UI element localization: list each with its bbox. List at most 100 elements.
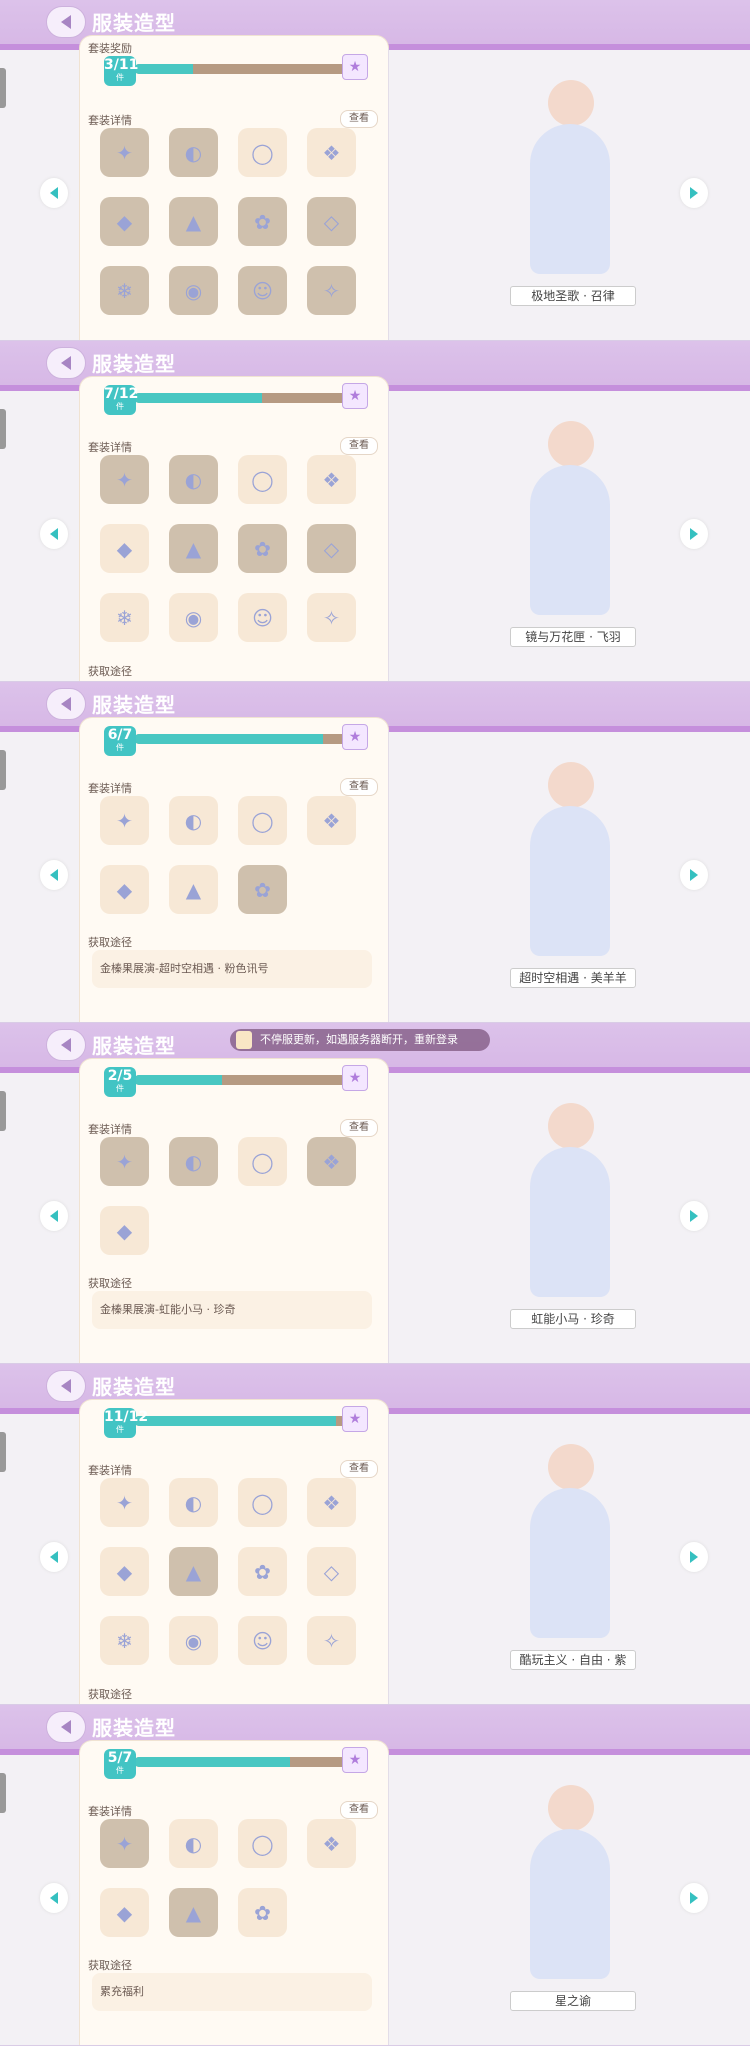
acquire-box[interactable]: 金榛果展演-虹能小马 · 珍奇 bbox=[92, 1291, 372, 1329]
next-button[interactable] bbox=[680, 519, 708, 549]
outfit-item[interactable]: ◐ bbox=[169, 1478, 218, 1527]
back-button[interactable] bbox=[46, 6, 86, 38]
outfit-item[interactable]: ▲ bbox=[169, 197, 218, 246]
outfit-item[interactable]: ▲ bbox=[169, 865, 218, 914]
outfit-item[interactable]: ✿ bbox=[238, 524, 287, 573]
acquire-box[interactable]: 金榛果展演-超时空相遇 · 粉色讯号 bbox=[92, 950, 372, 988]
outfit-item[interactable]: ✧ bbox=[307, 266, 356, 315]
outfit-item[interactable]: ❖ bbox=[307, 455, 356, 504]
outfit-item[interactable]: ◐ bbox=[169, 796, 218, 845]
prev-button[interactable] bbox=[40, 1201, 68, 1231]
outfit-item[interactable]: ◐ bbox=[169, 1137, 218, 1186]
outfit-item[interactable]: ◇ bbox=[307, 197, 356, 246]
next-button[interactable] bbox=[680, 1883, 708, 1913]
outfit-item[interactable]: ❄ bbox=[100, 593, 149, 642]
outfit-item[interactable]: ❄ bbox=[100, 266, 149, 315]
outfit-item[interactable]: ✿ bbox=[238, 197, 287, 246]
milestone-star-icon[interactable]: ★ bbox=[342, 54, 368, 80]
outfit-item[interactable]: ▲ bbox=[169, 1888, 218, 1937]
prev-button[interactable] bbox=[40, 860, 68, 890]
milestone-star-icon[interactable]: ★ bbox=[342, 1747, 368, 1773]
outfit-item[interactable]: ◯ bbox=[238, 1478, 287, 1527]
outfit-item[interactable]: ◆ bbox=[100, 1206, 149, 1255]
outfit-item[interactable]: ◆ bbox=[100, 865, 149, 914]
outfit-item[interactable]: ◉ bbox=[169, 593, 218, 642]
outfit-item[interactable]: ❄ bbox=[100, 1616, 149, 1665]
outfit-item[interactable]: ◯ bbox=[238, 1819, 287, 1868]
milestone-star-icon[interactable]: ★ bbox=[342, 1065, 368, 1091]
outfit-item[interactable]: ◐ bbox=[169, 1819, 218, 1868]
next-button[interactable] bbox=[680, 178, 708, 208]
outfit-item[interactable]: ✦ bbox=[100, 1819, 149, 1868]
item-icon: ▲ bbox=[185, 209, 202, 234]
side-tab[interactable] bbox=[0, 1773, 6, 1813]
outfit-item[interactable]: ❖ bbox=[307, 1478, 356, 1527]
next-button[interactable] bbox=[680, 860, 708, 890]
prev-button[interactable] bbox=[40, 1883, 68, 1913]
outfit-item[interactable]: ❖ bbox=[307, 796, 356, 845]
outfit-item[interactable]: ✿ bbox=[238, 865, 287, 914]
outfit-item[interactable]: ◇ bbox=[307, 1547, 356, 1596]
prev-button[interactable] bbox=[40, 519, 68, 549]
side-tab[interactable] bbox=[0, 750, 6, 790]
outfit-item[interactable]: ◐ bbox=[169, 455, 218, 504]
outfit-item[interactable]: ▲ bbox=[169, 1547, 218, 1596]
outfit-item[interactable]: ◯ bbox=[238, 455, 287, 504]
view-button[interactable]: 查看 bbox=[340, 110, 378, 128]
outfit-item[interactable]: ☺ bbox=[238, 593, 287, 642]
item-icon: ◉ bbox=[184, 278, 203, 303]
progress-fill bbox=[134, 64, 194, 74]
back-button[interactable] bbox=[46, 347, 86, 379]
milestone-star-icon[interactable]: ★ bbox=[342, 383, 368, 409]
side-tab[interactable] bbox=[0, 1091, 6, 1131]
view-button[interactable]: 查看 bbox=[340, 1119, 378, 1137]
next-button[interactable] bbox=[680, 1201, 708, 1231]
outfit-item[interactable]: ✦ bbox=[100, 796, 149, 845]
acquire-label: 获取途径 bbox=[88, 1277, 132, 1290]
outfit-item[interactable]: ◯ bbox=[238, 128, 287, 177]
item-icon: ◯ bbox=[251, 808, 274, 833]
outfit-item[interactable]: ☺ bbox=[238, 1616, 287, 1665]
acquire-box[interactable]: 累充福利 bbox=[92, 1973, 372, 2011]
outfit-item[interactable]: ✦ bbox=[100, 1478, 149, 1527]
back-button[interactable] bbox=[46, 1370, 86, 1402]
view-button[interactable]: 查看 bbox=[340, 1801, 378, 1819]
outfit-item[interactable]: ◆ bbox=[100, 524, 149, 573]
view-button[interactable]: 查看 bbox=[340, 1460, 378, 1478]
side-tab[interactable] bbox=[0, 409, 6, 449]
side-tab[interactable] bbox=[0, 1432, 6, 1472]
outfit-item[interactable]: ◉ bbox=[169, 1616, 218, 1665]
outfit-item[interactable]: ✧ bbox=[307, 593, 356, 642]
outfit-item[interactable]: ◯ bbox=[238, 1137, 287, 1186]
outfit-item[interactable]: ✧ bbox=[307, 1616, 356, 1665]
outfit-item[interactable]: ◐ bbox=[169, 128, 218, 177]
outfit-item[interactable]: ❖ bbox=[307, 1819, 356, 1868]
outfit-item[interactable]: ❖ bbox=[307, 1137, 356, 1186]
prev-button[interactable] bbox=[40, 178, 68, 208]
outfit-item[interactable]: ◆ bbox=[100, 1888, 149, 1937]
milestone-star-icon[interactable]: ★ bbox=[342, 724, 368, 750]
outfit-item[interactable]: ✦ bbox=[100, 128, 149, 177]
page-title: 服装造型 bbox=[92, 1375, 176, 1399]
prev-button[interactable] bbox=[40, 1542, 68, 1572]
view-button[interactable]: 查看 bbox=[340, 778, 378, 796]
view-button[interactable]: 查看 bbox=[340, 437, 378, 455]
outfit-item[interactable]: ◉ bbox=[169, 266, 218, 315]
back-button[interactable] bbox=[46, 1711, 86, 1743]
outfit-item[interactable]: ◆ bbox=[100, 1547, 149, 1596]
outfit-item[interactable]: ▲ bbox=[169, 524, 218, 573]
outfit-item[interactable]: ✦ bbox=[100, 455, 149, 504]
outfit-item[interactable]: ✦ bbox=[100, 1137, 149, 1186]
outfit-item[interactable]: ✿ bbox=[238, 1547, 287, 1596]
milestone-star-icon[interactable]: ★ bbox=[342, 1406, 368, 1432]
back-button[interactable] bbox=[46, 1029, 86, 1061]
outfit-item[interactable]: ◆ bbox=[100, 197, 149, 246]
outfit-item[interactable]: ◯ bbox=[238, 796, 287, 845]
outfit-item[interactable]: ◇ bbox=[307, 524, 356, 573]
outfit-item[interactable]: ✿ bbox=[238, 1888, 287, 1937]
outfit-item[interactable]: ☺ bbox=[238, 266, 287, 315]
side-tab[interactable] bbox=[0, 68, 6, 108]
back-button[interactable] bbox=[46, 688, 86, 720]
outfit-item[interactable]: ❖ bbox=[307, 128, 356, 177]
next-button[interactable] bbox=[680, 1542, 708, 1572]
